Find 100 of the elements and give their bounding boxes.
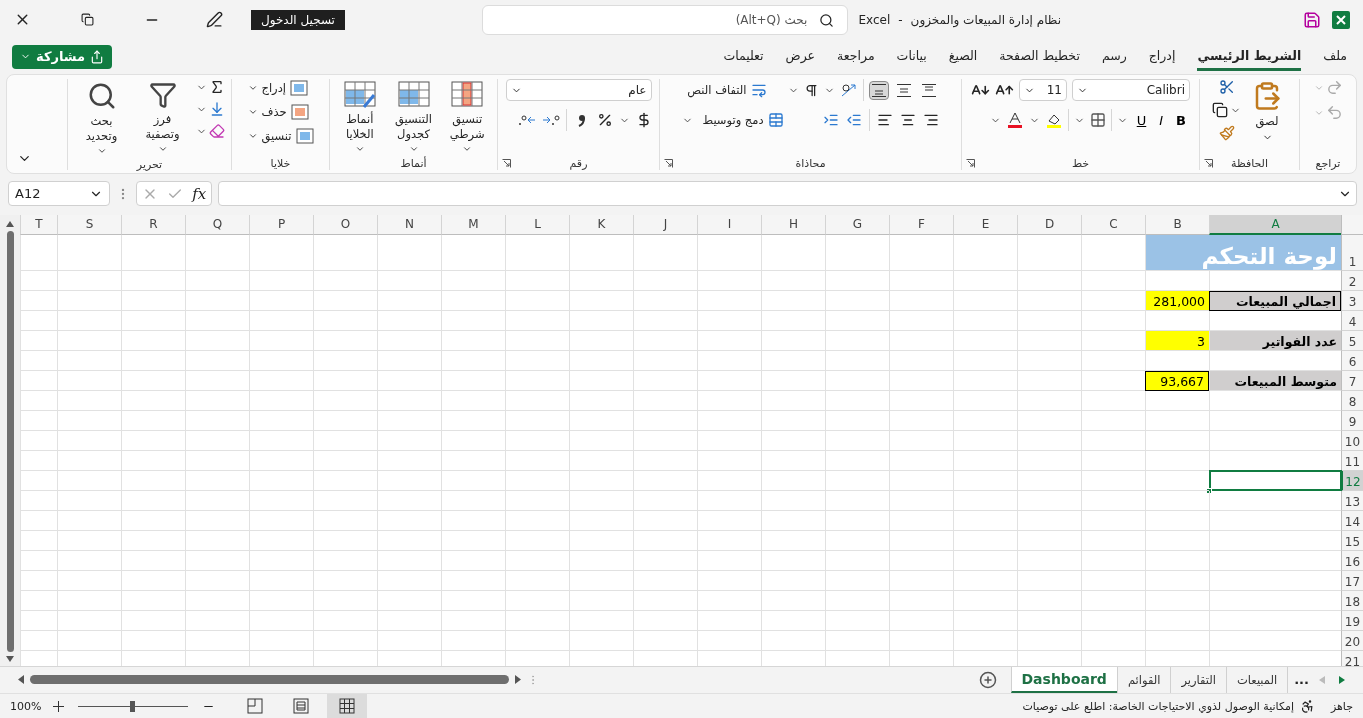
text-direction-icon[interactable] <box>803 82 819 98</box>
scroll-up-icon[interactable] <box>6 220 14 227</box>
row-header[interactable]: 10 <box>1341 430 1363 451</box>
menu-tab[interactable]: الصيغ <box>948 42 978 71</box>
next-sheet-icon[interactable] <box>1339 675 1345 684</box>
share-button[interactable]: مشاركة <box>12 44 113 69</box>
name-box[interactable]: A12 <box>8 181 110 207</box>
menu-tab[interactable]: بيانات <box>896 42 927 71</box>
cut-icon[interactable] <box>1218 79 1235 96</box>
column-header[interactable]: O <box>313 214 377 235</box>
column-header[interactable]: K <box>569 214 633 235</box>
column-header[interactable]: Q <box>185 214 249 235</box>
scroll-thumb[interactable] <box>6 230 14 652</box>
wrap-text-button[interactable]: التفاف النص <box>685 81 769 100</box>
column-header[interactable]: D <box>1017 214 1081 235</box>
sheet-tab[interactable]: المبيعات <box>1226 666 1288 693</box>
menu-tab[interactable]: عرض <box>785 42 816 71</box>
vertical-align-button[interactable] <box>868 80 889 100</box>
row-header[interactable]: 19 <box>1341 610 1363 631</box>
cells-button[interactable]: تنسيق <box>245 127 316 146</box>
column-header[interactable]: I <box>697 214 761 235</box>
merge-center-button[interactable]: دمج وتوسيط <box>700 111 786 130</box>
font-name-field[interactable]: Calibri <box>1072 79 1190 102</box>
autosum-icon[interactable] <box>209 79 225 96</box>
selected-cell[interactable] <box>1209 469 1342 491</box>
format-painter-icon[interactable] <box>1218 125 1235 142</box>
scroll-thumb[interactable] <box>30 675 509 685</box>
menu-tab[interactable]: رسم <box>1101 42 1127 71</box>
menu-tab[interactable]: الشريط الرئيسي <box>1197 42 1302 71</box>
row-header[interactable]: 4 <box>1341 310 1363 331</box>
accessibility-link[interactable]: إمكانية الوصول لذوي الاحتياجات الخاصة: اطلع على توصيات <box>1022 699 1294 713</box>
row-header[interactable]: 13 <box>1341 490 1363 511</box>
pen-icon[interactable] <box>206 11 223 29</box>
fill-icon[interactable] <box>209 101 225 118</box>
cells-button[interactable]: حذف <box>245 103 311 122</box>
font-color-icon[interactable] <box>1005 111 1024 130</box>
row-header[interactable]: 17 <box>1341 570 1363 591</box>
font-size-field[interactable]: 11 <box>1019 79 1067 102</box>
find-select-button[interactable]: بحث وتحديد <box>74 79 129 159</box>
conditional-formatting-button[interactable]: تنسيق شرطي <box>443 79 491 157</box>
more-sheets-button[interactable]: ... <box>1287 666 1315 693</box>
bold-button[interactable]: B <box>1172 110 1190 130</box>
cells-button[interactable]: إدراج <box>245 79 310 98</box>
copy-icon[interactable] <box>1212 102 1228 119</box>
menu-tab[interactable]: إدراج <box>1148 42 1176 71</box>
column-header[interactable]: F <box>889 214 953 235</box>
row-header[interactable]: 20 <box>1341 630 1363 651</box>
zoom-thumb[interactable] <box>130 700 136 712</box>
search-field[interactable]: بحث (Alt+Q) <box>482 4 849 35</box>
row-header[interactable]: 5 <box>1341 330 1363 351</box>
column-header[interactable]: J <box>633 214 697 235</box>
dialog-launcher-icon[interactable] <box>1204 159 1213 169</box>
cell-styles-button[interactable]: أنماط الخلايا <box>336 79 384 157</box>
menu-tab[interactable]: تخطيط الصفحة <box>999 42 1080 71</box>
column-header[interactable]: G <box>825 214 889 235</box>
row-header[interactable]: 9 <box>1341 410 1363 431</box>
column-header[interactable]: T <box>20 214 57 235</box>
underline-button[interactable]: U <box>1132 110 1151 130</box>
sheet-tab[interactable]: التقارير <box>1170 666 1226 693</box>
column-header[interactable]: B <box>1145 214 1209 235</box>
row-header[interactable]: 2 <box>1341 270 1363 291</box>
column-header[interactable]: R <box>121 214 185 235</box>
formula-input[interactable] <box>218 181 1357 207</box>
fill-handle[interactable] <box>1206 487 1212 494</box>
format-table-button[interactable]: التنسيق كجدول <box>389 79 438 157</box>
column-header[interactable]: M <box>441 214 505 235</box>
add-sheet-icon[interactable] <box>978 670 997 689</box>
save-icon[interactable] <box>1303 10 1321 29</box>
row-header[interactable]: 11 <box>1341 450 1363 471</box>
row-header[interactable]: 1 <box>1341 234 1363 271</box>
row-header[interactable]: 6 <box>1341 350 1363 371</box>
menu-tab[interactable]: تعليمات <box>723 42 764 71</box>
borders-icon[interactable] <box>1089 112 1106 129</box>
sheet-tab[interactable]: Dashboard <box>1010 666 1117 693</box>
sign-in-button[interactable]: تسجيل الدخول <box>251 9 345 30</box>
dialog-launcher-icon[interactable] <box>502 159 511 169</box>
paste-button[interactable]: لصق <box>1247 79 1287 145</box>
percent-icon[interactable] <box>596 112 613 129</box>
insert-function-button[interactable]: fx <box>192 184 207 203</box>
italic-button[interactable]: I <box>1155 110 1168 130</box>
row-header[interactable]: 7 <box>1341 370 1363 391</box>
column-header[interactable]: E <box>953 214 1017 235</box>
accessibility-icon[interactable] <box>1299 698 1315 714</box>
row-header[interactable]: 16 <box>1341 550 1363 571</box>
row-header[interactable]: 14 <box>1341 510 1363 531</box>
clear-icon[interactable] <box>209 123 225 140</box>
column-header[interactable]: A <box>1209 214 1341 235</box>
row-header[interactable]: 8 <box>1341 390 1363 411</box>
row-header[interactable]: 18 <box>1341 590 1363 611</box>
column-header[interactable]: L <box>505 214 569 235</box>
scroll-right-icon[interactable] <box>515 675 521 685</box>
dialog-launcher-icon[interactable] <box>966 159 975 169</box>
restore-icon[interactable] <box>81 13 94 27</box>
scroll-left-icon[interactable] <box>18 675 24 685</box>
zoom-in-icon[interactable] <box>53 700 65 712</box>
normal-view-button[interactable] <box>327 694 368 718</box>
scroll-down-icon[interactable] <box>6 655 14 662</box>
row-header[interactable]: 3 <box>1341 290 1363 311</box>
dialog-launcher-icon[interactable] <box>664 159 673 169</box>
number-format-field[interactable]: عام <box>505 79 652 102</box>
